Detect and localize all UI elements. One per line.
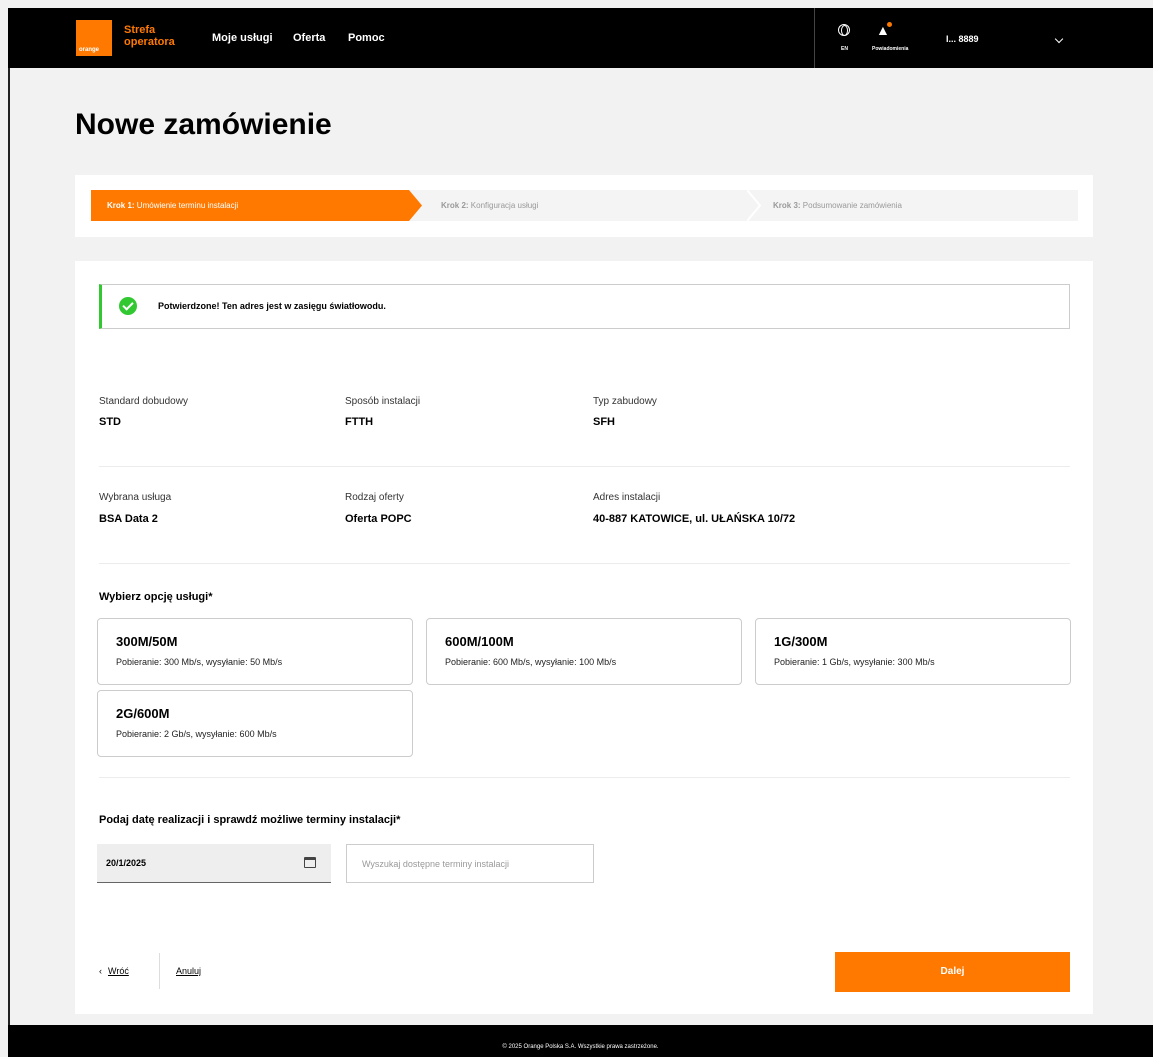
globe-icon[interactable] [838, 24, 850, 36]
date-input[interactable]: 20/1/2025 [97, 844, 331, 883]
notifications-label[interactable]: Powiadomienia [872, 46, 908, 52]
option-title: 2G/600M [116, 706, 170, 721]
search-installation-slots-button[interactable]: Wyszukaj dostępne terminy instalacji [346, 844, 594, 883]
top-navigation: orange Strefa operatora Moje usługi Ofer… [8, 8, 1153, 68]
option-title: 600M/100M [445, 634, 514, 649]
stepper: Krok 1: Umówienie terminu instalacji Kro… [91, 190, 1078, 221]
step-1-prefix: Krok 1: [107, 201, 135, 210]
value-standard-dobudowy: STD [99, 416, 121, 428]
value-sposob-instalacji: FTTH [345, 416, 374, 428]
label-rodzaj-oferty: Rodzaj oferty [345, 492, 404, 503]
step-2-label: Konfiguracja usługi [470, 201, 539, 210]
date-section-heading: Podaj datę realizacji i sprawdź możliwe … [99, 814, 401, 826]
step-3: Krok 3: Podsumowanie zamówienia [773, 190, 902, 221]
language-label[interactable]: EN [841, 46, 848, 52]
cancel-link[interactable]: Anuluj [176, 966, 201, 976]
header-divider [814, 8, 815, 68]
service-option-300m-50m[interactable]: 300M/50M Pobieranie: 300 Mb/s, wysyłanie… [97, 618, 413, 685]
service-option-1g-300m[interactable]: 1G/300M Pobieranie: 1 Gb/s, wysyłanie: 3… [755, 618, 1071, 685]
nav-pomoc[interactable]: Pomoc [348, 32, 385, 44]
service-options-heading: Wybierz opcję usługi* [99, 591, 213, 603]
logo-text: orange [79, 47, 100, 53]
divider [99, 777, 1070, 778]
option-title: 300M/50M [116, 634, 178, 649]
brand-line-1: Strefa [124, 24, 156, 36]
brand-name[interactable]: Strefa operatora [124, 24, 175, 48]
service-option-2g-600m[interactable]: 2G/600M Pobieranie: 2 Gb/s, wysyłanie: 6… [97, 690, 413, 757]
step-3-label: Podsumowanie zamówienia [802, 201, 902, 210]
order-form-card: Potwierdzone! Ten adres jest w zasięgu ś… [75, 261, 1093, 1014]
window-edge [8, 68, 10, 1025]
page-title: Nowe zamówienie [75, 108, 332, 141]
orange-logo[interactable]: orange [76, 20, 112, 56]
alert-message: Potwierdzone! Ten adres jest w zasięgu ś… [158, 301, 386, 311]
step-2: Krok 2: Konfiguracja usługi [441, 190, 538, 221]
option-description: Pobieranie: 300 Mb/s, wysyłanie: 50 Mb/s [116, 657, 283, 667]
value-rodzaj-oferty: Oferta POPC [345, 513, 412, 525]
back-label: Wróć [108, 966, 129, 976]
divider [99, 563, 1070, 564]
next-button[interactable]: Dalej [835, 952, 1070, 992]
option-description: Pobieranie: 600 Mb/s, wysyłanie: 100 Mb/… [445, 657, 617, 667]
brand-line-2: operatora [124, 36, 175, 48]
service-option-600m-100m[interactable]: 600M/100M Pobieranie: 600 Mb/s, wysyłani… [426, 618, 742, 685]
option-description: Pobieranie: 2 Gb/s, wysyłanie: 600 Mb/s [116, 729, 277, 739]
value-wybrana-usluga: BSA Data 2 [99, 513, 158, 525]
search-button-label: Wyszukaj dostępne terminy instalacji [362, 859, 509, 869]
divider [99, 466, 1070, 467]
label-typ-zabudowy: Typ zabudowy [593, 396, 657, 407]
option-description: Pobieranie: 1 Gb/s, wysyłanie: 300 Mb/s [774, 657, 935, 667]
nav-moje-uslugi[interactable]: Moje usługi [212, 32, 273, 44]
user-menu[interactable]: I... 8889 [946, 34, 979, 44]
chevron-down-icon[interactable] [1054, 34, 1064, 44]
actions-divider [159, 953, 160, 989]
app-window: orange Strefa operatora Moje usługi Ofer… [0, 0, 1153, 1057]
calendar-icon[interactable] [304, 857, 316, 868]
label-adres-instalacji: Adres instalacji [593, 492, 661, 503]
nav-oferta[interactable]: Oferta [293, 32, 325, 44]
date-value: 20/1/2025 [106, 858, 147, 868]
value-typ-zabudowy: SFH [593, 416, 615, 428]
label-standard-dobudowy: Standard dobudowy [99, 396, 188, 407]
back-link[interactable]: ‹ Wróć [99, 966, 129, 976]
step-separator-icon [747, 190, 761, 221]
value-adres-instalacji: 40-887 KATOWICE, ul. UŁAŃSKA 10/72 [593, 513, 796, 525]
step-3-prefix: Krok 3: [773, 201, 801, 210]
chevron-left-icon: ‹ [99, 966, 102, 976]
step-2-prefix: Krok 2: [441, 201, 469, 210]
step-1: Krok 1: Umówienie terminu instalacji [91, 190, 422, 221]
label-wybrana-usluga: Wybrana usługa [99, 492, 172, 503]
footer-copyright: © 2025 Orange Polska S.A. Wszystkie praw… [502, 1044, 659, 1050]
success-alert: Potwierdzone! Ten adres jest w zasięgu ś… [99, 284, 1070, 329]
step-1-label: Umówienie terminu instalacji [136, 201, 239, 210]
option-title: 1G/300M [774, 634, 828, 649]
label-sposob-instalacji: Sposób instalacji [345, 396, 421, 407]
notification-dot [887, 22, 892, 27]
check-circle-icon [119, 297, 137, 315]
stepper-card: Krok 1: Umówienie terminu instalacji Kro… [75, 175, 1093, 237]
footer: © 2025 Orange Polska S.A. Wszystkie praw… [8, 1025, 1153, 1057]
